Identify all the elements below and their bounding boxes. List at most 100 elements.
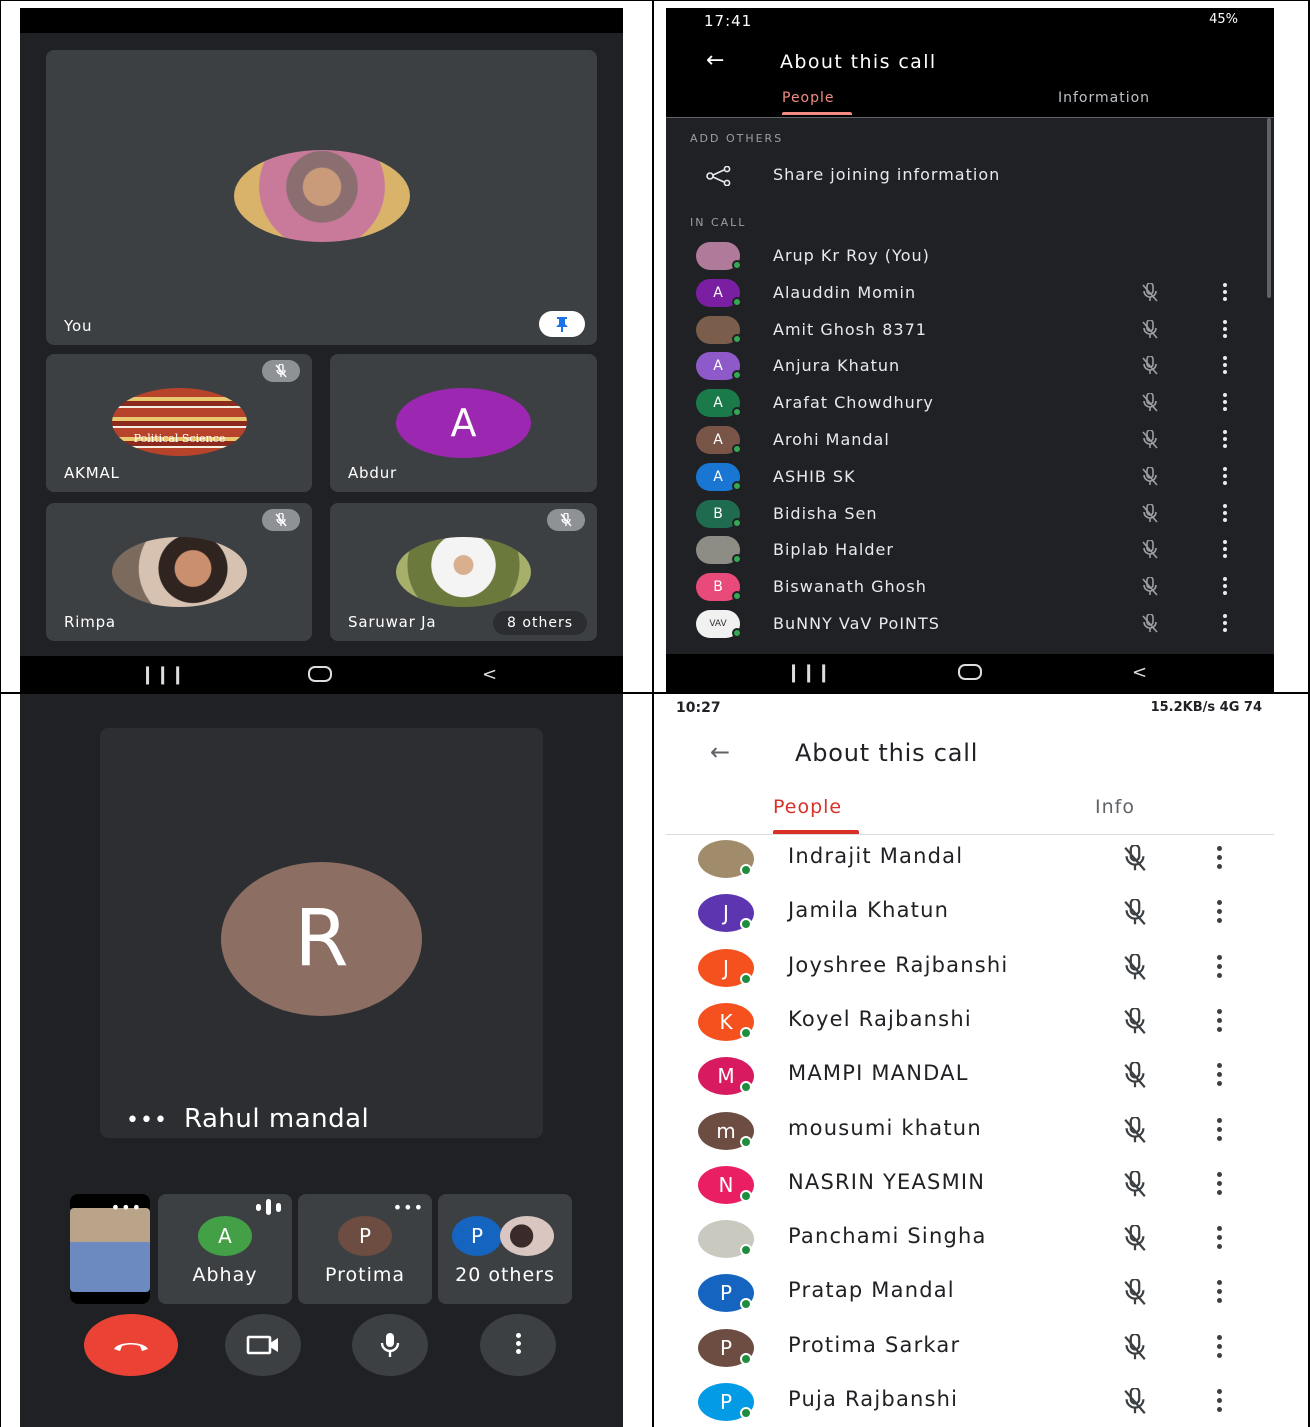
participant-avatar <box>112 537 247 607</box>
back-arrow-icon[interactable]: ← <box>706 48 724 73</box>
more-vert-icon[interactable] <box>1216 1389 1222 1416</box>
network-status: 15.2KB/s 4G 74 <box>1150 700 1262 715</box>
participant-row[interactable]: Amit Ghosh 8371 <box>666 312 1274 348</box>
participant-name: Pratap Mandal <box>788 1278 955 1303</box>
more-vert-icon[interactable] <box>1216 1063 1222 1090</box>
participant-row[interactable]: VAV BuNNY VaV PoINTS <box>666 606 1274 642</box>
tab-people[interactable]: People <box>782 90 835 106</box>
participant-row[interactable]: m mousumi khatun <box>666 1104 1274 1158</box>
end-call-button[interactable] <box>84 1314 178 1376</box>
more-vert-icon[interactable] <box>1222 319 1228 341</box>
mic-off-icon <box>1142 392 1158 412</box>
mic-off-icon <box>1124 1332 1146 1360</box>
more-vert-icon[interactable] <box>1222 577 1228 598</box>
participant-row[interactable]: B Bidisha Sen <box>666 496 1274 532</box>
tab-information[interactable]: Information <box>1058 90 1150 106</box>
participant-row[interactable]: A Anjura Khatun <box>666 348 1274 384</box>
participant-row[interactable]: Indrajit Mandal <box>666 832 1274 886</box>
back-arrow-icon[interactable]: ← <box>710 738 730 766</box>
participant-tile[interactable]: P ••• Protima <box>298 1194 432 1304</box>
participant-row[interactable]: A ASHIB SK <box>666 459 1274 495</box>
more-vert-icon[interactable] <box>1222 466 1228 488</box>
participant-name: Arup Kr Roy (You) <box>773 246 930 265</box>
others-tile[interactable]: P 20 others <box>438 1194 572 1304</box>
participant-row[interactable]: N NASRIN YEASMIN <box>666 1158 1274 1212</box>
self-view-tile[interactable]: ••• <box>70 1194 150 1304</box>
others-chip[interactable]: 8 others <box>493 611 587 635</box>
online-status-dot <box>740 918 752 931</box>
more-vert-icon[interactable] <box>1216 846 1222 873</box>
participant-tile[interactable]: Rimpa <box>46 503 312 641</box>
more-vert-icon[interactable] <box>1216 1117 1222 1145</box>
participant-row[interactable]: Panchami Singha <box>666 1212 1274 1266</box>
recents-icon[interactable]: ❙❙❙ <box>140 664 185 685</box>
mic-off-icon <box>1142 466 1158 486</box>
more-vert-icon[interactable] <box>1222 356 1228 377</box>
share-icon[interactable] <box>706 166 732 186</box>
participant-name: Anjura Khatun <box>773 356 901 376</box>
more-vert-icon[interactable] <box>1216 1008 1222 1036</box>
participant-row[interactable]: A Arafat Chowdhury <box>666 385 1274 421</box>
participant-tile[interactable]: A Abhay <box>158 1194 292 1304</box>
participant-row[interactable]: B Biswanath Ghosh <box>666 569 1274 605</box>
participant-row[interactable]: Arup Kr Roy (You) <box>666 238 1274 274</box>
more-vert-icon[interactable] <box>1216 900 1222 927</box>
participant-avatar <box>112 388 247 456</box>
more-dots-icon[interactable]: ••• <box>111 1198 142 1217</box>
tab-info[interactable]: Info <box>1095 796 1135 818</box>
participant-row[interactable]: A Arohi Mandal <box>666 422 1274 458</box>
participant-row[interactable]: P Protima Sarkar <box>666 1321 1274 1375</box>
more-dots-icon[interactable]: ••• <box>393 1198 424 1217</box>
participant-tile[interactable]: A Abdur <box>330 354 597 492</box>
participant-row[interactable]: A Alauddin Momin <box>666 275 1274 311</box>
status-time: 17:41 <box>704 12 753 30</box>
participant-name: Panchami Singha <box>788 1224 987 1249</box>
online-status-dot <box>732 407 742 418</box>
more-vert-icon[interactable] <box>1216 1171 1222 1199</box>
more-vert-icon[interactable] <box>1222 503 1228 525</box>
more-vert-icon[interactable] <box>1222 540 1228 561</box>
participant-tile[interactable]: Saruwar Ja 8 others <box>330 503 597 641</box>
participant-name: Joyshree Rajbanshi <box>788 952 1009 977</box>
main-video-tile[interactable]: You <box>46 50 597 345</box>
online-status-dot <box>740 1026 752 1039</box>
more-dots-icon[interactable]: ••• <box>126 1108 168 1133</box>
more-vert-icon[interactable] <box>1222 393 1228 414</box>
mic-off-icon <box>1142 318 1158 339</box>
more-vert-icon[interactable] <box>1216 954 1222 982</box>
more-vert-icon[interactable] <box>1222 430 1228 451</box>
grid-line <box>0 0 1310 1</box>
pin-icon <box>556 317 568 332</box>
participant-row[interactable]: J Jamila Khatun <box>666 886 1274 940</box>
more-options-button[interactable] <box>480 1314 556 1376</box>
participant-row[interactable]: Biplab Halder <box>666 532 1274 568</box>
tab-people[interactable]: People <box>773 796 842 818</box>
pin-button[interactable] <box>539 311 585 337</box>
more-vert-icon[interactable] <box>1216 1226 1222 1253</box>
share-joining-info[interactable]: Share joining information <box>773 165 1000 184</box>
participant-name: Puja Rajbanshi <box>788 1387 959 1411</box>
recents-icon[interactable]: ❙❙❙ <box>786 662 831 683</box>
home-icon[interactable] <box>958 664 982 680</box>
participant-row[interactable]: P Puja Rajbanshi <box>666 1375 1274 1427</box>
participant-row[interactable]: J Joyshree Rajbanshi <box>666 941 1274 995</box>
more-vert-icon[interactable] <box>1222 614 1228 635</box>
participant-tile[interactable]: Political Science AKMAL <box>46 354 312 492</box>
camera-toggle-button[interactable] <box>225 1314 301 1376</box>
mic-off-icon <box>1124 1061 1146 1089</box>
online-status-dot <box>740 1081 752 1094</box>
mic-toggle-button[interactable] <box>352 1314 428 1376</box>
grid-line <box>652 0 654 1427</box>
more-vert-icon[interactable] <box>1216 1334 1222 1362</box>
home-icon[interactable] <box>308 666 332 682</box>
back-nav-icon[interactable]: < <box>482 664 497 685</box>
main-speaker-tile[interactable]: R ••• Rahul mandal <box>100 728 543 1138</box>
grid-line <box>0 0 1 1427</box>
more-vert-icon[interactable] <box>1216 1280 1222 1307</box>
participant-row[interactable]: P Pratap Mandal <box>666 1266 1274 1320</box>
participant-row[interactable]: M MAMPI MANDAL <box>666 1049 1274 1103</box>
participant-row[interactable]: K Koyel Rajbanshi <box>666 995 1274 1049</box>
back-nav-icon[interactable]: < <box>1132 662 1147 683</box>
mic-off-icon <box>1124 1278 1146 1306</box>
more-vert-icon[interactable] <box>1222 282 1228 304</box>
